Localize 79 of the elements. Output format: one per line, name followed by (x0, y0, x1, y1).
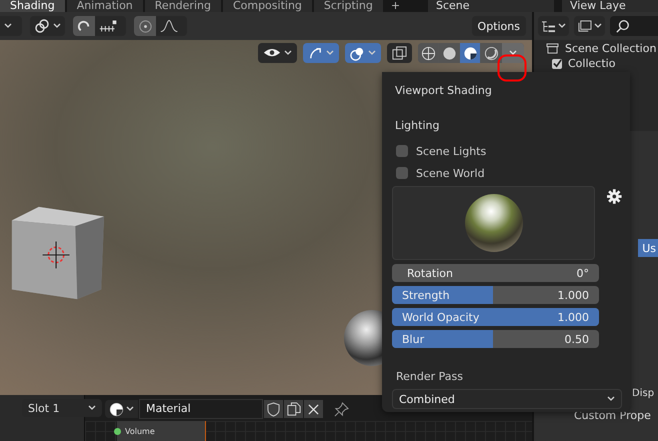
overlapping-circles-icon (350, 46, 365, 60)
popover-title: Viewport Shading (395, 84, 493, 99)
display-mode-dropdown[interactable] (538, 16, 569, 36)
half-sphere-icon (109, 402, 124, 416)
view-layer-field[interactable]: View Laye (562, 0, 658, 12)
section-label: Lighting (395, 119, 440, 134)
highlight-ring (497, 54, 527, 82)
disc-icon (442, 46, 456, 60)
caret-icon (284, 50, 292, 56)
use-nodes-button[interactable]: Us (638, 239, 658, 257)
checkbox[interactable] (396, 167, 408, 179)
check-icon (552, 59, 562, 68)
caret-icon (607, 396, 615, 402)
caret-icon (368, 50, 376, 56)
checkbox[interactable] (396, 145, 408, 157)
caret-icon (126, 406, 134, 412)
checkbox-label[interactable]: Scene Lights (416, 144, 486, 158)
wireframe-shading-button[interactable] (418, 43, 438, 63)
caret-icon (594, 23, 602, 29)
linked-rings-icon (34, 18, 50, 34)
workspace-tab[interactable]: Scripting (314, 0, 383, 12)
caret-icon (558, 23, 566, 29)
image-stack-icon (577, 20, 592, 32)
duplicate-icon (286, 402, 300, 416)
render-pass-label: Render Pass (396, 370, 464, 383)
target-circle-icon (138, 18, 152, 34)
workspace-tab[interactable]: Animation (66, 0, 143, 12)
workspace-tab[interactable]: Rendering (144, 0, 221, 12)
xray-toggle[interactable] (387, 43, 412, 63)
globe-icon (420, 46, 436, 60)
collection-icon (546, 43, 559, 54)
caret-icon (326, 50, 334, 56)
gizmo-toggle[interactable] (303, 43, 339, 63)
magnet-toggle[interactable] (73, 16, 95, 36)
checkbox-label[interactable]: Scene World (416, 166, 485, 180)
duplicate-button[interactable] (284, 400, 303, 418)
filter-dropdown[interactable] (574, 16, 605, 36)
search-field[interactable] (610, 16, 658, 36)
number-field[interactable]: Rotation 0° (392, 264, 599, 282)
caret-icon (88, 405, 96, 411)
visibility-dropdown[interactable] (258, 43, 297, 63)
pivot-dropdown[interactable] (30, 16, 65, 36)
magnet-icon (76, 18, 92, 34)
caret-icon (53, 23, 61, 29)
ring-icon (484, 46, 498, 60)
close-icon (308, 404, 319, 414)
unlink-button[interactable] (304, 400, 323, 418)
dropdown-button[interactable] (0, 16, 22, 36)
overlay-toggle[interactable] (345, 43, 381, 63)
slider[interactable]: World Opacity 1.000 (392, 308, 599, 326)
proportional-edit-toggle[interactable] (134, 16, 156, 36)
socket-dot (114, 428, 121, 435)
slider[interactable]: Strength 1.000 (392, 286, 599, 304)
material-name-field[interactable]: Material (139, 399, 263, 419)
slider[interactable]: Blur 0.50 (392, 330, 599, 348)
half-sphere-icon (462, 46, 478, 60)
settings-icon[interactable] (607, 189, 622, 204)
caret-icon (509, 50, 517, 56)
outliner-item[interactable]: Scene Collection (565, 42, 656, 55)
curved-arrow-icon (308, 46, 323, 60)
hdri-preview[interactable] (392, 186, 596, 260)
shield-icon (267, 402, 280, 416)
outliner-item[interactable]: Collectio (568, 57, 616, 70)
tree-list-icon (541, 20, 556, 32)
caret-icon (4, 23, 12, 29)
workspace-tab[interactable]: Shading (0, 0, 65, 12)
overlapping-squares-icon (392, 46, 407, 60)
options-button[interactable]: Options (472, 16, 526, 36)
fake-user-button[interactable] (264, 400, 283, 418)
pin-icon[interactable] (334, 402, 349, 416)
add-workspace-button[interactable]: + (384, 0, 406, 12)
material-shading-button[interactable] (460, 43, 480, 63)
scene-field[interactable]: Scene (428, 0, 554, 12)
search-icon (616, 19, 630, 33)
render-pass-dropdown[interactable]: Combined (392, 389, 622, 409)
material-browse-button[interactable] (105, 400, 138, 418)
checkbox[interactable] (552, 58, 562, 68)
workspace-tab[interactable]: Compositing (222, 0, 312, 12)
socket-label: Volume (125, 427, 155, 436)
